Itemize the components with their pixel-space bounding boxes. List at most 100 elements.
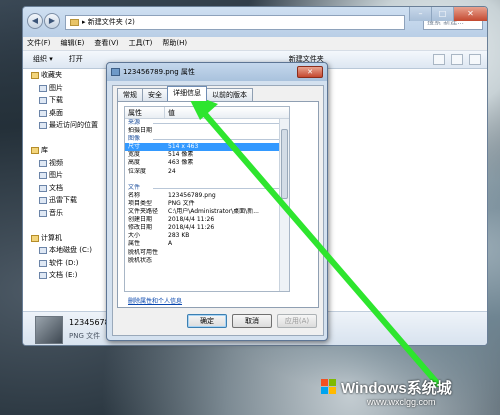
nav-item-label: 计算机 bbox=[41, 233, 62, 242]
remove-properties-link[interactable]: 删除属性和个人信息 bbox=[128, 296, 182, 305]
scrollbar-thumb[interactable] bbox=[281, 129, 288, 199]
folder-icon bbox=[39, 259, 47, 267]
property-name: 文件 bbox=[128, 183, 141, 191]
nav-item bbox=[23, 132, 108, 145]
property-row[interactable]: 创建日期 2018/4/4 11:26 bbox=[125, 216, 289, 224]
nav-item[interactable]: 库 bbox=[23, 144, 108, 157]
nav-item[interactable]: 文档 (E:) bbox=[23, 269, 108, 282]
property-row[interactable]: 脱机状态 bbox=[125, 257, 289, 265]
nav-item bbox=[23, 219, 108, 232]
folder-group-icon bbox=[31, 234, 39, 242]
property-name: 脱机状态 bbox=[128, 256, 153, 264]
menu-item[interactable]: 查看(V) bbox=[94, 37, 118, 50]
property-row[interactable]: 名称 123456789.png bbox=[125, 192, 289, 200]
property-grid: 属性 值 来源 拍摄日期 图像 尺寸 514 x 463 宽度 514 像素 高度 463 像素… bbox=[124, 106, 290, 292]
nav-item[interactable]: 迅雷下载 bbox=[23, 194, 108, 207]
property-value bbox=[165, 127, 168, 135]
folder-icon bbox=[39, 84, 47, 92]
dialog-titlebar: 123456789.png 属性 ✕ bbox=[107, 63, 327, 81]
dialog-close-button[interactable]: ✕ bbox=[297, 66, 323, 78]
property-name: 宽度 bbox=[128, 151, 141, 159]
details-tab-panel: 属性 值 来源 拍摄日期 图像 尺寸 514 x 463 宽度 514 像素 高度 463 像素… bbox=[117, 101, 319, 308]
nav-item[interactable]: 收藏夹 bbox=[23, 69, 108, 82]
property-row[interactable]: 宽度 514 像素 bbox=[125, 151, 289, 159]
back-button[interactable]: ◀ bbox=[27, 13, 43, 29]
tab-strip: 常规 安全 详细信息 以前的版本 bbox=[117, 86, 253, 101]
property-value: 283 KB bbox=[168, 232, 190, 240]
property-row[interactable] bbox=[125, 176, 289, 184]
property-row[interactable]: 属性 A bbox=[125, 240, 289, 248]
property-name: 尺寸 bbox=[128, 143, 141, 151]
menu-item[interactable]: 工具(T) bbox=[129, 37, 153, 50]
close-button[interactable]: ✕ bbox=[453, 7, 487, 21]
property-value bbox=[165, 257, 168, 265]
forward-button[interactable]: ▶ bbox=[44, 13, 60, 29]
tab[interactable]: 详细信息 bbox=[167, 86, 207, 101]
property-row[interactable]: 项目类型 PNG 文件 bbox=[125, 200, 289, 208]
nav-item-label: 库 bbox=[41, 146, 48, 154]
menu-item[interactable]: 编辑(E) bbox=[61, 37, 85, 50]
nav-item[interactable]: 最近访问的位置 bbox=[23, 119, 108, 132]
property-name bbox=[125, 176, 165, 184]
tab[interactable]: 常规 bbox=[117, 88, 143, 101]
minimize-button[interactable]: – bbox=[409, 7, 431, 21]
view-options-icon[interactable] bbox=[433, 54, 445, 65]
property-value: 514 像素 bbox=[168, 151, 194, 159]
property-row[interactable]: 修改日期 2018/4/4 11:26 bbox=[125, 224, 289, 232]
nav-item[interactable]: 文档 bbox=[23, 182, 108, 195]
folder-icon bbox=[39, 109, 47, 117]
nav-item-label: 本地磁盘 (C:) bbox=[49, 246, 92, 254]
address-bar[interactable]: ▸ 新建文件夹 (2) bbox=[65, 15, 405, 30]
menu-item[interactable]: 文件(F) bbox=[27, 37, 51, 50]
nav-item-label: 下载 bbox=[49, 96, 63, 104]
nav-item[interactable]: 下载 bbox=[23, 94, 108, 107]
property-row[interactable]: 位深度 24 bbox=[125, 168, 289, 176]
nav-item[interactable]: 音乐 bbox=[23, 207, 108, 220]
property-row[interactable]: 大小 283 KB bbox=[125, 232, 289, 240]
property-value: 24 bbox=[168, 167, 176, 175]
column-header-property[interactable]: 属性 bbox=[125, 107, 165, 118]
menu-item[interactable]: 帮助(H) bbox=[162, 37, 187, 50]
property-name: 属性 bbox=[128, 240, 141, 248]
watermark-brand: Windows系统城 bbox=[341, 380, 452, 397]
organize-button[interactable]: 组织 ▾ bbox=[33, 51, 53, 68]
ok-button[interactable]: 确定 bbox=[187, 314, 227, 328]
cancel-button[interactable]: 取消 bbox=[232, 314, 272, 328]
folder-icon bbox=[39, 159, 47, 167]
help-icon[interactable] bbox=[469, 54, 481, 65]
nav-item[interactable]: 图片 bbox=[23, 82, 108, 95]
details-filetype: PNG 文件 bbox=[69, 332, 101, 340]
maximize-button[interactable]: □ bbox=[431, 7, 453, 21]
folder-icon bbox=[39, 172, 47, 179]
preview-pane-icon[interactable] bbox=[451, 54, 463, 65]
open-button[interactable]: 打开 bbox=[69, 51, 83, 68]
nav-item[interactable]: 本地磁盘 (C:) bbox=[23, 244, 108, 257]
column-header-value[interactable]: 值 bbox=[165, 107, 175, 118]
property-value: 123456789.png bbox=[168, 191, 216, 199]
nav-item[interactable]: 桌面 bbox=[23, 107, 108, 120]
property-name: 来源 bbox=[128, 119, 141, 126]
grid-header: 属性 值 bbox=[125, 107, 289, 119]
tab[interactable]: 以前的版本 bbox=[206, 88, 253, 101]
apply-button[interactable]: 应用(A) bbox=[277, 314, 317, 328]
nav-item-label: 文档 bbox=[49, 183, 63, 192]
property-row[interactable]: 文件夹路径 C:\用户\Administrator\桌面\新... bbox=[125, 208, 289, 216]
tab[interactable]: 安全 bbox=[142, 88, 168, 101]
menu-bar: 文件(F) 编辑(E) 查看(V) 工具(T) 帮助(H) bbox=[23, 37, 487, 51]
explorer-titlebar: ◀ ▶ ▸ 新建文件夹 (2) 搜索 新建... – □ ✕ bbox=[23, 7, 487, 37]
property-name: 项目类型 bbox=[128, 199, 153, 207]
nav-item[interactable]: 计算机 bbox=[23, 232, 108, 245]
nav-item[interactable]: 软件 (D:) bbox=[23, 257, 108, 270]
property-row[interactable]: 拍摄日期 bbox=[125, 127, 289, 135]
property-row[interactable]: 高度 463 像素 bbox=[125, 159, 289, 167]
nav-item[interactable]: 图片 bbox=[23, 169, 108, 182]
nav-item-label: 最近访问的位置 bbox=[49, 121, 98, 129]
property-value: C:\用户\Administrator\桌面\新... bbox=[168, 208, 259, 216]
property-row[interactable]: 脱机可用性 bbox=[125, 249, 289, 257]
property-name: 文件夹路径 bbox=[128, 208, 159, 216]
property-name: 创建日期 bbox=[128, 216, 153, 224]
nav-item[interactable]: 视频 bbox=[23, 157, 108, 170]
property-row[interactable]: 尺寸 514 x 463 bbox=[125, 143, 289, 152]
nav-item-label: 收藏夹 bbox=[41, 71, 62, 79]
grid-scrollbar[interactable] bbox=[279, 119, 289, 291]
